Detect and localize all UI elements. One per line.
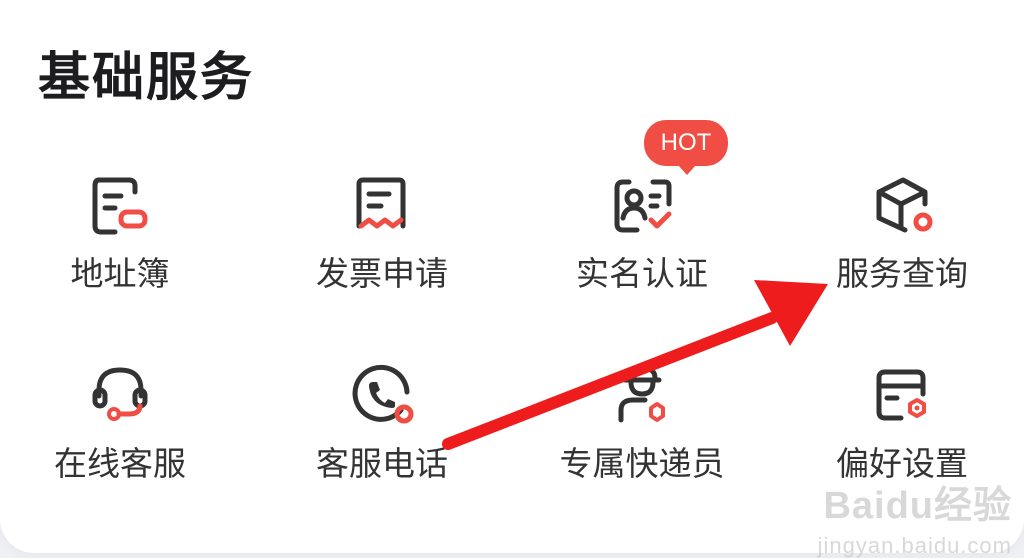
watermark-domain: jingyan.baidu.com xyxy=(817,533,1012,558)
service-inquiry[interactable]: 服务查询 xyxy=(782,170,1022,320)
preference-card-icon xyxy=(867,360,937,430)
package-box-icon xyxy=(867,170,937,240)
watermark: Baidu经验 jingyan.baidu.com xyxy=(818,485,1012,557)
service-label: 客服电话 xyxy=(316,444,448,483)
service-label: 实名认证 xyxy=(576,254,708,293)
service-label: 服务查询 xyxy=(836,254,968,293)
basic-services-card: 基础服务 地址簿 发票申请 实名认证 服务查询 在线客服 客服电话 专属快递员 … xyxy=(0,0,1024,553)
headset-icon xyxy=(85,360,155,430)
invoice-icon xyxy=(347,170,417,240)
service-label: 偏好设置 xyxy=(836,444,968,483)
service-address-book[interactable]: 地址簿 xyxy=(0,170,240,320)
section-title: 基础服务 xyxy=(38,48,255,108)
service-online-support[interactable]: 在线客服 xyxy=(0,360,240,510)
service-label: 发票申请 xyxy=(316,254,448,293)
id-card-icon xyxy=(607,170,677,240)
hot-badge: HOT xyxy=(644,120,728,175)
courier-icon xyxy=(607,360,677,430)
service-phone[interactable]: 客服电话 xyxy=(262,360,502,510)
service-label: 专属快递员 xyxy=(559,444,725,483)
phone-icon xyxy=(347,360,417,430)
service-dedicated-courier[interactable]: 专属快递员 xyxy=(522,360,762,510)
watermark-brand: Baidu经验 xyxy=(823,485,1012,527)
service-real-name-verification[interactable]: 实名认证 xyxy=(522,170,762,320)
service-label: 在线客服 xyxy=(54,444,186,483)
service-invoice[interactable]: 发票申请 xyxy=(262,170,502,320)
service-label: 地址簿 xyxy=(70,254,170,293)
address-book-icon xyxy=(85,170,155,240)
